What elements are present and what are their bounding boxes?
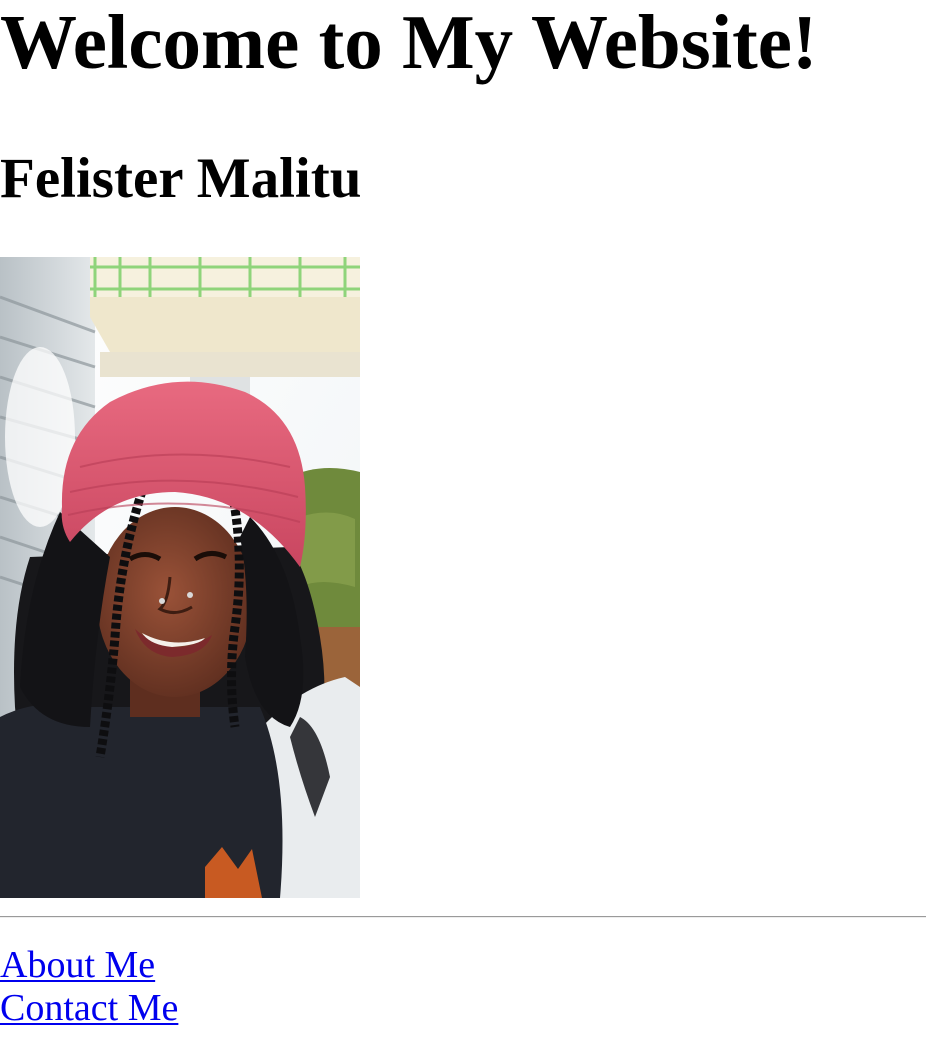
page-title: Welcome to My Website! — [0, 0, 818, 85]
owner-name: Felister Malitu — [0, 147, 362, 210]
about-me-link[interactable]: About Me — [0, 944, 155, 987]
profile-photo — [0, 257, 360, 898]
contact-me-link[interactable]: Contact Me — [0, 987, 178, 1030]
divider — [0, 916, 926, 918]
nav-links: About Me Contact Me — [0, 944, 178, 1030]
